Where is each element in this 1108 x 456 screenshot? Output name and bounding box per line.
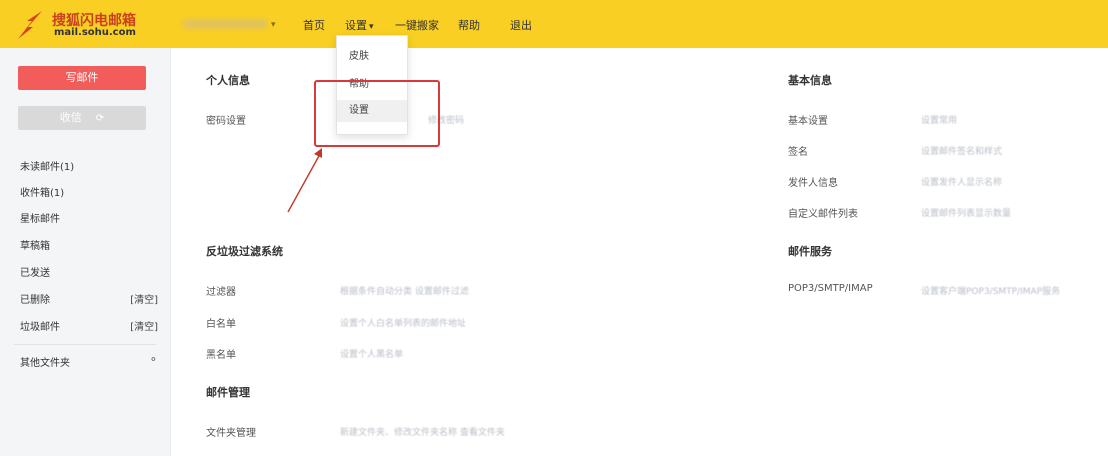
basic-settings-label: 基本设置 (788, 116, 828, 127)
signature-label: 签名 (788, 147, 808, 158)
mail-management-heading: 邮件管理 (206, 386, 250, 399)
highlight-box (314, 80, 440, 147)
add-folder-icon[interactable]: ⚬ (149, 353, 158, 366)
folder-management-link[interactable]: 新建文件夹、修改文件夹名称 查看文件夹 (340, 425, 505, 438)
folder-drafts[interactable]: 草稿箱 (20, 237, 158, 252)
personal-info-heading: 个人信息 (206, 74, 250, 87)
filter-link[interactable]: 根据条件自动分类 设置邮件过滤 (340, 284, 469, 297)
folder-deleted[interactable]: 已删除 [清空] (20, 291, 158, 306)
custom-list-link[interactable]: 设置邮件列表显示数量 (921, 206, 1011, 219)
basic-settings-link[interactable]: 设置常用 (921, 113, 957, 126)
whitelist-link[interactable]: 设置个人白名单列表的邮件地址 (340, 316, 466, 329)
folder-spam[interactable]: 垃圾邮件 [清空] (20, 318, 158, 333)
chevron-down-icon: ▾ (369, 22, 374, 32)
nav-mailbox-move[interactable]: 一键搬家 (395, 17, 439, 33)
nav-help[interactable]: 帮助 (458, 17, 480, 33)
sidebar: 写邮件 收信 ⟳ 未读邮件(1) 收件箱(1) 星标邮件 草稿箱 已发送 已删除 … (0, 48, 171, 456)
clear-deleted-link[interactable]: [清空] (130, 291, 158, 306)
pop3-link[interactable]: 设置客户端POP3/SMTP/IMAP服务 (921, 284, 1060, 297)
nav-home[interactable]: 首页 (303, 17, 325, 33)
folder-deleted-label: 已删除 (20, 295, 50, 306)
folder-management-label: 文件夹管理 (206, 428, 256, 439)
folder-unread[interactable]: 未读邮件(1) (20, 158, 158, 173)
custom-list-label: 自定义邮件列表 (788, 209, 858, 220)
dropdown-item-skin[interactable]: 皮肤 (337, 46, 407, 68)
account-caret-icon[interactable]: ▾ (271, 20, 276, 30)
nav-logout[interactable]: 退出 (510, 17, 532, 33)
basic-info-heading: 基本信息 (788, 74, 832, 87)
receive-label: 收信 (59, 111, 82, 124)
pop3-label: POP3/SMTP/IMAP (788, 283, 873, 294)
folder-inbox[interactable]: 收件箱(1) (20, 184, 158, 199)
mail-service-heading: 邮件服务 (788, 245, 832, 258)
folder-sent[interactable]: 已发送 (20, 264, 158, 279)
top-bar: 搜狐闪电邮箱 mail.sohu.com ▾ 首页 设置 ▾ 一键搬家 帮助 退出 (0, 0, 1108, 48)
nav-settings-label: 设置 (345, 19, 367, 32)
password-settings-label: 密码设置 (206, 116, 246, 127)
folder-starred[interactable]: 星标邮件 (20, 210, 158, 225)
blacklist-label: 黑名单 (206, 350, 236, 361)
receive-mail-button[interactable]: 收信 ⟳ (18, 106, 146, 130)
sidebar-divider (14, 344, 156, 345)
sender-info-link[interactable]: 设置发件人显示名称 (921, 175, 1002, 188)
clear-spam-link[interactable]: [清空] (130, 318, 158, 333)
blacklist-link[interactable]: 设置个人黑名单 (340, 347, 403, 360)
folder-spam-label: 垃圾邮件 (20, 322, 60, 333)
sender-info-label: 发件人信息 (788, 178, 838, 189)
other-folders[interactable]: 其他文件夹 ⚬ (20, 353, 158, 369)
other-folders-label: 其他文件夹 (20, 358, 70, 369)
brand-url: mail.sohu.com (54, 27, 136, 38)
lightning-logo-icon (18, 11, 42, 39)
signature-link[interactable]: 设置邮件签名和样式 (921, 144, 1002, 157)
filter-label: 过滤器 (206, 287, 236, 298)
account-name[interactable] (182, 19, 268, 29)
nav-settings[interactable]: 设置 ▾ (345, 17, 374, 33)
antispam-heading: 反垃圾过滤系统 (206, 245, 283, 258)
refresh-icon: ⟳ (95, 113, 105, 124)
write-mail-button[interactable]: 写邮件 (18, 66, 146, 90)
whitelist-label: 白名单 (206, 319, 236, 330)
